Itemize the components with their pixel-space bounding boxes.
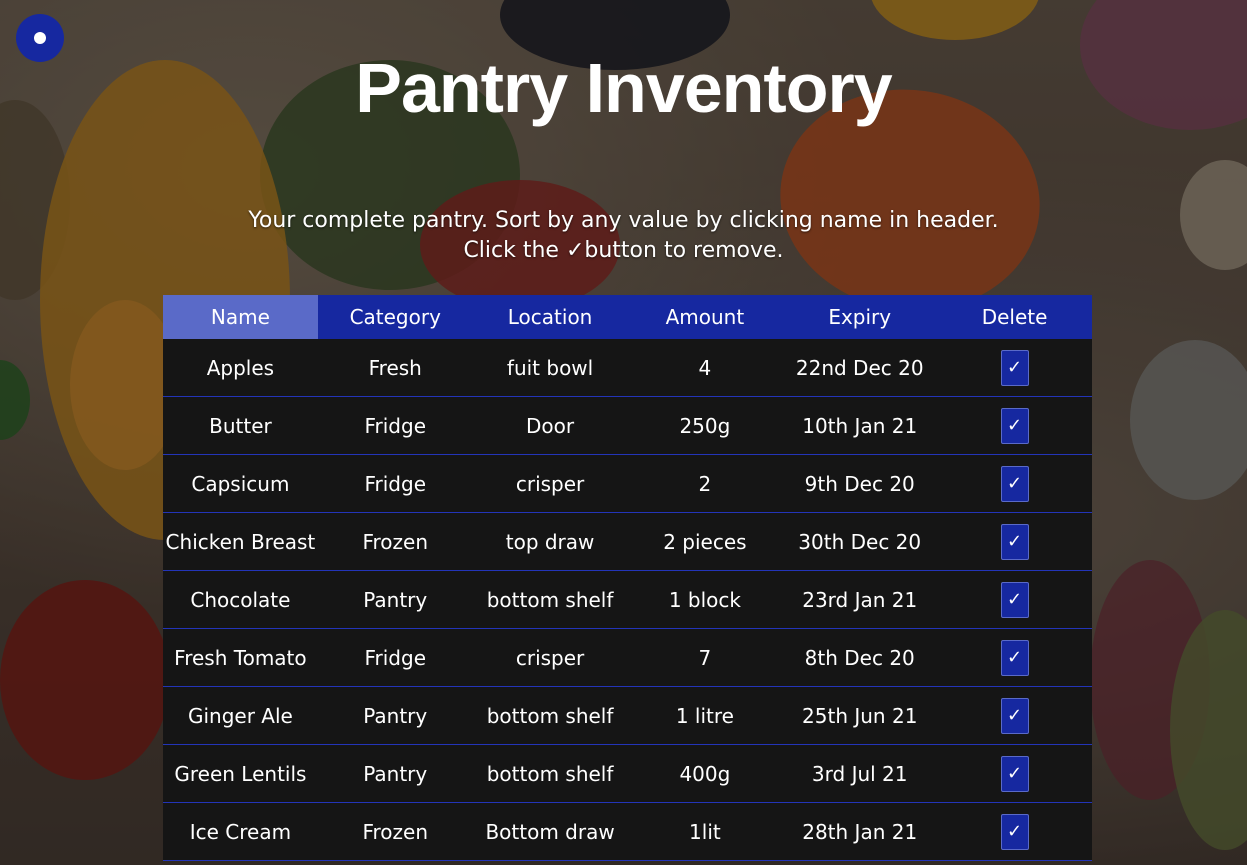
- cell-expiry: 28th Jan 21: [782, 802, 938, 861]
- cell-name: Chicken Breast: [163, 512, 318, 571]
- cell-amount: 7: [627, 628, 783, 687]
- cell-location: crisper: [472, 628, 628, 687]
- cell-category: Pantry: [317, 686, 473, 745]
- cell-amount: 4: [627, 339, 783, 397]
- cell-delete: ✓: [937, 686, 1092, 745]
- cell-name: Butter: [163, 396, 318, 455]
- delete-checkmark-button[interactable]: ✓: [1000, 755, 1029, 792]
- table-row: Chocolate Pantry bottom shelf 1 block 23rd J…: [163, 570, 1092, 629]
- cell-delete: ✓: [937, 628, 1092, 687]
- cell-category: Pantry: [317, 744, 473, 803]
- table-row: Fresh Tomato Fridge crisper 7 8th Dec 20 ✓: [163, 628, 1092, 687]
- header-category[interactable]: Category: [317, 295, 473, 339]
- table-row: Capsicum Fridge crisper 2 9th Dec 20 ✓: [163, 454, 1092, 513]
- delete-checkmark-button[interactable]: ✓: [1000, 639, 1029, 676]
- cell-amount: 1lit: [627, 802, 783, 861]
- table-body: Apples Fresh fuit bowl 4 22nd Dec 20 ✓ Butter F…: [163, 339, 1092, 861]
- cell-category: Frozen: [317, 802, 473, 861]
- delete-checkmark-button[interactable]: ✓: [1000, 581, 1029, 618]
- table-row: Chicken Breast Frozen top draw 2 pieces 30th…: [163, 512, 1092, 571]
- cell-category: Fridge: [317, 454, 473, 513]
- cell-amount: 2: [627, 454, 783, 513]
- cell-delete: ✓: [937, 744, 1092, 803]
- delete-checkmark-button[interactable]: ✓: [1000, 813, 1029, 850]
- cell-name: Chocolate: [163, 570, 318, 629]
- table-row: Ice Cream Frozen Bottom draw 1lit 28th Jan 2…: [163, 802, 1092, 861]
- cell-location: bottom shelf: [472, 686, 628, 745]
- cell-location: Door: [472, 396, 628, 455]
- cell-delete: ✓: [937, 339, 1092, 397]
- cell-amount: 250g: [627, 396, 783, 455]
- cell-expiry: 30th Dec 20: [782, 512, 938, 571]
- cell-name: Fresh Tomato: [163, 628, 318, 687]
- cell-expiry: 23rd Jan 21: [782, 570, 938, 629]
- cell-name: Green Lentils: [163, 744, 318, 803]
- cell-name: Apples: [163, 339, 318, 397]
- cell-name: Ice Cream: [163, 802, 318, 861]
- header-amount[interactable]: Amount: [627, 295, 783, 339]
- pantry-table: Name Category Location Amount Expiry Del…: [163, 295, 1092, 861]
- table-header-row: Name Category Location Amount Expiry Del…: [163, 295, 1092, 339]
- cell-name: Ginger Ale: [163, 686, 318, 745]
- header-expiry[interactable]: Expiry: [782, 295, 938, 339]
- delete-checkmark-button[interactable]: ✓: [1000, 465, 1029, 502]
- cell-location: fuit bowl: [472, 339, 628, 397]
- dot-icon: [34, 32, 46, 44]
- header-name[interactable]: Name: [163, 295, 318, 339]
- cell-location: Bottom draw: [472, 802, 628, 861]
- delete-checkmark-button[interactable]: ✓: [1000, 407, 1029, 444]
- cell-category: Fresh: [317, 339, 473, 397]
- cell-category: Fridge: [317, 396, 473, 455]
- cell-amount: 1 block: [627, 570, 783, 629]
- delete-checkmark-button[interactable]: ✓: [1000, 523, 1029, 560]
- table-row: Green Lentils Pantry bottom shelf 400g 3rd J…: [163, 744, 1092, 803]
- cell-delete: ✓: [937, 802, 1092, 861]
- cell-amount: 400g: [627, 744, 783, 803]
- cell-delete: ✓: [937, 396, 1092, 455]
- table-row: Butter Fridge Door 250g 10th Jan 21 ✓: [163, 396, 1092, 455]
- cell-amount: 2 pieces: [627, 512, 783, 571]
- cell-expiry: 3rd Jul 21: [782, 744, 938, 803]
- table-row: Ginger Ale Pantry bottom shelf 1 litre 25th …: [163, 686, 1092, 745]
- delete-checkmark-button[interactable]: ✓: [1000, 349, 1029, 386]
- cell-name: Capsicum: [163, 454, 318, 513]
- cell-delete: ✓: [937, 570, 1092, 629]
- cell-location: bottom shelf: [472, 570, 628, 629]
- cell-delete: ✓: [937, 512, 1092, 571]
- page-subtitle: Your complete pantry. Sort by any value …: [0, 206, 1247, 266]
- header-location[interactable]: Location: [472, 295, 628, 339]
- cell-expiry: 9th Dec 20: [782, 454, 938, 513]
- cell-category: Fridge: [317, 628, 473, 687]
- cell-location: bottom shelf: [472, 744, 628, 803]
- header-delete[interactable]: Delete: [937, 295, 1092, 339]
- cell-delete: ✓: [937, 454, 1092, 513]
- pantry-table-container: Name Category Location Amount Expiry Del…: [163, 295, 1092, 861]
- cell-location: crisper: [472, 454, 628, 513]
- page-title: Pantry Inventory: [355, 49, 892, 127]
- cell-expiry: 25th Jun 21: [782, 686, 938, 745]
- subtitle-line-2: Click the ✓button to remove.: [463, 238, 784, 263]
- cell-expiry: 10th Jan 21: [782, 396, 938, 455]
- delete-checkmark-button[interactable]: ✓: [1000, 697, 1029, 734]
- cell-category: Pantry: [317, 570, 473, 629]
- cell-expiry: 22nd Dec 20: [782, 339, 938, 397]
- cell-category: Frozen: [317, 512, 473, 571]
- subtitle-line-1: Your complete pantry. Sort by any value …: [248, 208, 999, 233]
- cell-expiry: 8th Dec 20: [782, 628, 938, 687]
- cell-location: top draw: [472, 512, 628, 571]
- cell-amount: 1 litre: [627, 686, 783, 745]
- table-row: Apples Fresh fuit bowl 4 22nd Dec 20 ✓: [163, 339, 1092, 397]
